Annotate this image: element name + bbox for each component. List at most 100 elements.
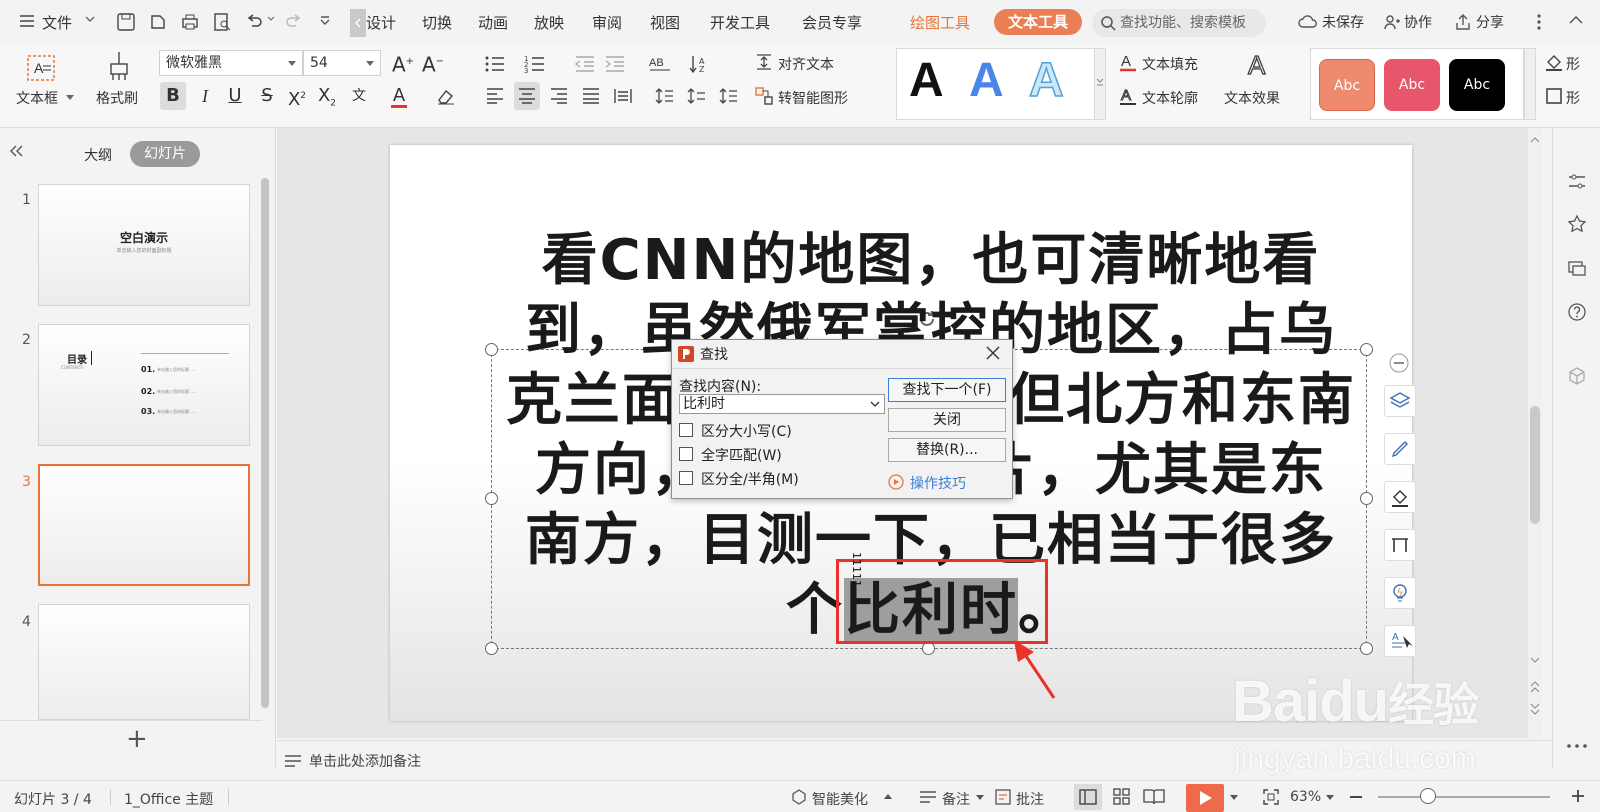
align-left-icon[interactable]: [482, 82, 508, 110]
find-input[interactable]: 比利时: [679, 394, 885, 414]
smart-shape-label[interactable]: 转智能图形: [778, 88, 848, 108]
tab-view[interactable]: 视图: [650, 12, 680, 33]
save-icon[interactable]: [116, 12, 136, 32]
redo-icon[interactable]: [284, 12, 304, 32]
align-text-icon[interactable]: [754, 52, 774, 72]
fit-window-icon[interactable]: [1262, 788, 1280, 806]
export-icon[interactable]: [148, 12, 168, 32]
collapse-ribbon-icon[interactable]: [1568, 14, 1584, 26]
idea-bulb-icon[interactable]: [1384, 577, 1416, 609]
bullet-list-icon[interactable]: [484, 54, 508, 74]
chevron-down-icon[interactable]: [84, 13, 96, 25]
tab-outline[interactable]: 大纲: [84, 145, 112, 165]
increase-font-icon[interactable]: A+: [390, 48, 416, 77]
notes-button[interactable]: 备注: [942, 789, 970, 809]
settings-sliders-icon[interactable]: [1567, 172, 1587, 192]
font-color-button[interactable]: A: [386, 82, 412, 110]
print-icon[interactable]: [180, 12, 200, 32]
text-style-black[interactable]: A: [909, 53, 944, 108]
tab-slideshow[interactable]: 放映: [534, 12, 564, 33]
undo-dropdown-icon[interactable]: [266, 14, 276, 24]
text-effect-icon[interactable]: A: [1244, 50, 1272, 80]
align-center-icon[interactable]: [514, 82, 540, 110]
align-text-label[interactable]: 对齐文本: [778, 54, 834, 74]
find-next-button[interactable]: 查找下一个(F): [888, 378, 1006, 402]
help-icon[interactable]: [1567, 302, 1587, 322]
decrease-indent-icon[interactable]: [574, 54, 596, 74]
tab-design[interactable]: 设计: [366, 12, 396, 33]
share-button[interactable]: 分享: [1476, 12, 1504, 32]
whole-word-checkbox[interactable]: [679, 447, 693, 461]
zoom-in-button[interactable]: [1570, 788, 1586, 804]
comments-button[interactable]: 批注: [1016, 789, 1044, 809]
shape-fill-label[interactable]: 形: [1566, 54, 1580, 74]
slide-thumbnail-4[interactable]: [38, 604, 250, 720]
shape-gallery-scroll[interactable]: [1524, 48, 1536, 120]
zoom-dropdown-icon[interactable]: [1326, 795, 1334, 801]
theme-name[interactable]: 1_Office 主题: [124, 789, 213, 809]
collaborate-button[interactable]: 协作: [1404, 12, 1432, 32]
slide-thumbnail-3[interactable]: [38, 464, 250, 586]
unsaved-status[interactable]: 未保存: [1322, 12, 1364, 32]
undo-icon[interactable]: [244, 12, 264, 32]
hamburger-icon[interactable]: [18, 12, 36, 30]
file-menu[interactable]: 文件: [42, 12, 72, 33]
chevron-up-icon[interactable]: [884, 793, 892, 799]
search-input[interactable]: 查找功能、搜索模板: [1092, 9, 1266, 37]
tab-animation[interactable]: 动画: [478, 12, 508, 33]
match-case-checkbox[interactable]: [679, 423, 693, 437]
tab-scroll-left-button[interactable]: [350, 9, 366, 37]
distribute-icon[interactable]: [610, 82, 636, 110]
tab-membership[interactable]: 会员专享: [802, 12, 862, 33]
shape-style-red[interactable]: Abc: [1384, 59, 1440, 111]
slides-transition-icon[interactable]: [1567, 258, 1587, 278]
zoom-level[interactable]: 63%: [1290, 789, 1321, 805]
text-tools-icon[interactable]: A: [1384, 625, 1416, 657]
beautify-button[interactable]: 智能美化: [812, 789, 868, 809]
play-slideshow-button[interactable]: [1186, 784, 1224, 812]
slide-thumbnail-2[interactable]: 目录 CONTENTS 01. 单击输入您的标题…… 02. 单击输入您的标题……: [38, 324, 250, 446]
zoom-slider-thumb[interactable]: [1420, 788, 1436, 804]
zoom-minus-icon[interactable]: [1388, 352, 1410, 374]
superscript-button[interactable]: X2: [284, 82, 310, 110]
strikethrough-button[interactable]: S: [254, 82, 280, 110]
spacing-options-icon[interactable]: [716, 82, 742, 110]
tab-slides[interactable]: 幻灯片: [130, 141, 200, 167]
tab-transition[interactable]: 切换: [422, 12, 452, 33]
character-spacing-icon[interactable]: AB: [648, 54, 674, 74]
star-shape-icon[interactable]: [1567, 214, 1587, 234]
close-icon[interactable]: [984, 344, 1002, 362]
tab-developer[interactable]: 开发工具: [710, 12, 770, 33]
resize-handle[interactable]: [485, 492, 498, 505]
shape-style-black[interactable]: Abc: [1449, 59, 1505, 111]
text-fill-label[interactable]: 文本填充: [1142, 54, 1198, 74]
more-vertical-icon[interactable]: [1536, 12, 1542, 32]
resize-handle[interactable]: [485, 343, 498, 356]
frame-icon[interactable]: [1384, 529, 1416, 561]
numbered-list-icon[interactable]: 123: [524, 54, 548, 74]
text-style-blue[interactable]: A: [969, 53, 1004, 108]
pen-icon[interactable]: [1384, 433, 1416, 465]
fill-icon[interactable]: [1384, 481, 1416, 513]
find-dialog[interactable]: 查找 查找内容(N): 比利时 区分大小写(C) 全字匹配(W) 区分全/半角(…: [671, 339, 1013, 499]
text-fill-icon[interactable]: A: [1118, 52, 1138, 72]
textbox-dropdown-icon[interactable]: [66, 95, 74, 101]
shape-fill-icon[interactable]: [1544, 52, 1564, 72]
text-outline-icon[interactable]: A: [1118, 86, 1138, 106]
slide-thumbnail-1[interactable]: 空白演示 单击输入您的封面副标题: [38, 184, 250, 306]
add-slide-button[interactable]: +: [126, 724, 148, 754]
notes-placeholder[interactable]: 单击此处添加备注: [309, 751, 421, 771]
replace-button[interactable]: 替换(R)...: [888, 438, 1006, 462]
cube-icon[interactable]: [1567, 366, 1587, 386]
collapse-panel-icon[interactable]: [8, 144, 24, 158]
text-style-outline[interactable]: A: [1028, 53, 1064, 108]
format-painter-label[interactable]: 格式刷: [96, 88, 138, 108]
increase-indent-icon[interactable]: [604, 54, 626, 74]
slideshow-dropdown-icon[interactable]: [1230, 795, 1238, 801]
zoom-slider-track[interactable]: [1378, 796, 1550, 798]
match-width-checkbox[interactable]: [679, 471, 693, 485]
text-outline-label[interactable]: 文本轮廓: [1142, 88, 1198, 108]
subscript-button[interactable]: X2: [314, 82, 340, 110]
resize-handle[interactable]: [485, 642, 498, 655]
font-name-select[interactable]: 微软雅黑: [159, 50, 303, 76]
